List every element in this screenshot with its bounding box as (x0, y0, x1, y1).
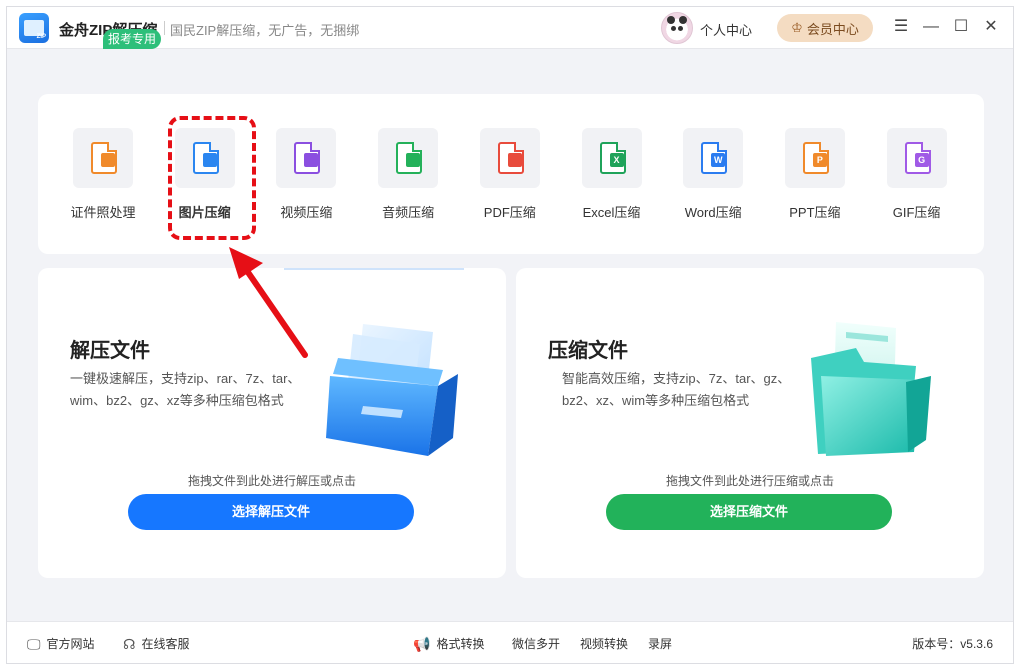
format-convert-label: 格式转换 (436, 637, 485, 651)
version-info: 版本号：v5.3.6 (912, 635, 993, 652)
record-label: 录屏 (648, 637, 673, 651)
select-compress-file-button[interactable]: 选择压缩文件 (606, 494, 892, 530)
compress-folder-icon (811, 322, 931, 456)
app-logo-icon: ZIP (19, 13, 49, 43)
pdf-icon (497, 142, 524, 174)
id-photo-icon (91, 142, 117, 174)
compress-title: 压缩文件 (548, 340, 628, 362)
tool-label: PPT压缩 (789, 205, 841, 220)
tool-label: 视频压缩 (280, 205, 333, 220)
excel-icon: X (599, 142, 626, 174)
tool-label: Word压缩 (684, 205, 742, 220)
compress-description: 智能高效压缩，支持zip、7z、tar、gz、bz2、xz、wim等多种压缩包格… (562, 371, 791, 408)
tool-gif[interactable]: G GIF压缩 (872, 128, 962, 228)
megaphone-icon: 📢 (413, 635, 431, 652)
tool-id-photo[interactable]: 证件照处理 (58, 128, 148, 228)
format-convert-link[interactable]: 📢 格式转换 (413, 635, 484, 652)
tool-label: GIF压缩 (892, 205, 941, 220)
support-label: 在线客服 (141, 637, 190, 651)
tool-excel[interactable]: X Excel压缩 (567, 128, 657, 228)
audio-icon (396, 142, 423, 174)
word-icon: W (701, 142, 728, 174)
website-link[interactable]: 🖵 官方网站 (27, 635, 95, 652)
tool-tile: P (784, 128, 845, 188)
extract-drag-hint: 拖拽文件到此处进行解压或点击 (187, 474, 356, 488)
title-divider (164, 21, 165, 35)
tool-tile (479, 128, 540, 188)
wechat-multi-link[interactable]: 微信多开 (512, 635, 560, 652)
video-convert-label: 视频转换 (580, 637, 629, 651)
wechat-multi-label: 微信多开 (512, 637, 561, 651)
exam-tag-badge: 报考专用 (103, 29, 161, 49)
support-link[interactable]: ☊ 在线客服 (123, 635, 189, 652)
crown-icon: ♔ (791, 20, 803, 35)
personal-center-link[interactable]: 个人中心 (700, 20, 752, 39)
tool-pdf[interactable]: PDF压缩 (465, 128, 555, 228)
tool-tile (276, 128, 337, 188)
tool-audio[interactable]: 音频压缩 (363, 128, 453, 228)
monitor-icon: 🖵 (27, 635, 41, 652)
version-label: 版本号：v5.3.6 (912, 637, 993, 651)
video-icon (294, 142, 321, 174)
tool-label: 证件照处理 (70, 205, 136, 220)
avatar[interactable] (661, 12, 693, 44)
compress-drag-hint: 拖拽文件到此处进行压缩或点击 (665, 474, 834, 488)
menu-icon[interactable]: ☰ (891, 17, 911, 37)
tool-video[interactable]: 视频压缩 (261, 128, 351, 228)
arrow-annotation (229, 247, 308, 358)
ppt-icon: P (802, 142, 829, 174)
tool-ppt[interactable]: P PPT压缩 (770, 128, 860, 228)
app-slogan: 国民ZIP解压缩，无广告，无捆绑 (170, 23, 360, 38)
minimize-button[interactable]: — (921, 17, 941, 37)
video-convert-link[interactable]: 视频转换 (580, 635, 628, 652)
extract-description: 一键极速解压，支持zip、rar、7z、tar、wim、bz2、gz、xz等多种… (70, 371, 301, 408)
status-bar: 🖵 官方网站 ☊ 在线客服 📢 格式转换 微信多开 视频转换 录屏 版本号：v5… (7, 621, 1013, 663)
tool-tile (73, 128, 133, 188)
tool-label: 音频压缩 (382, 205, 435, 220)
extract-title: 解压文件 (70, 340, 150, 362)
website-label: 官方网站 (46, 637, 95, 651)
app-window: ZIP 金舟ZIP解压缩 国民ZIP解压缩，无广告，无捆绑 个人中心 ♔ 会员中… (6, 6, 1014, 664)
tool-tile: W (683, 128, 744, 188)
close-button[interactable]: ✕ (981, 17, 1001, 37)
gif-icon: G (904, 142, 931, 174)
tool-label: PDF压缩 (483, 205, 536, 220)
logo-text: ZIP (36, 34, 46, 40)
tool-tile (378, 128, 439, 188)
record-link[interactable]: 录屏 (648, 635, 672, 652)
select-extract-file-button[interactable]: 选择解压文件 (128, 494, 414, 530)
vip-center-label: 会员中心 (806, 21, 859, 37)
tool-tile: G (886, 128, 947, 188)
maximize-button[interactable]: ☐ (951, 17, 971, 37)
vip-center-button[interactable]: ♔ 会员中心 (777, 14, 873, 42)
compress-card[interactable]: 压缩文件 智能高效压缩，支持zip、7z、tar、gz、bz2、xz、wim等多… (516, 268, 984, 578)
tool-word[interactable]: W Word压缩 (668, 128, 758, 228)
tool-tile: X (581, 128, 642, 188)
headset-icon: ☊ (123, 635, 136, 652)
highlight-annotation (168, 116, 256, 240)
tool-label: Excel压缩 (582, 205, 641, 220)
extract-drawer-icon (326, 324, 458, 456)
